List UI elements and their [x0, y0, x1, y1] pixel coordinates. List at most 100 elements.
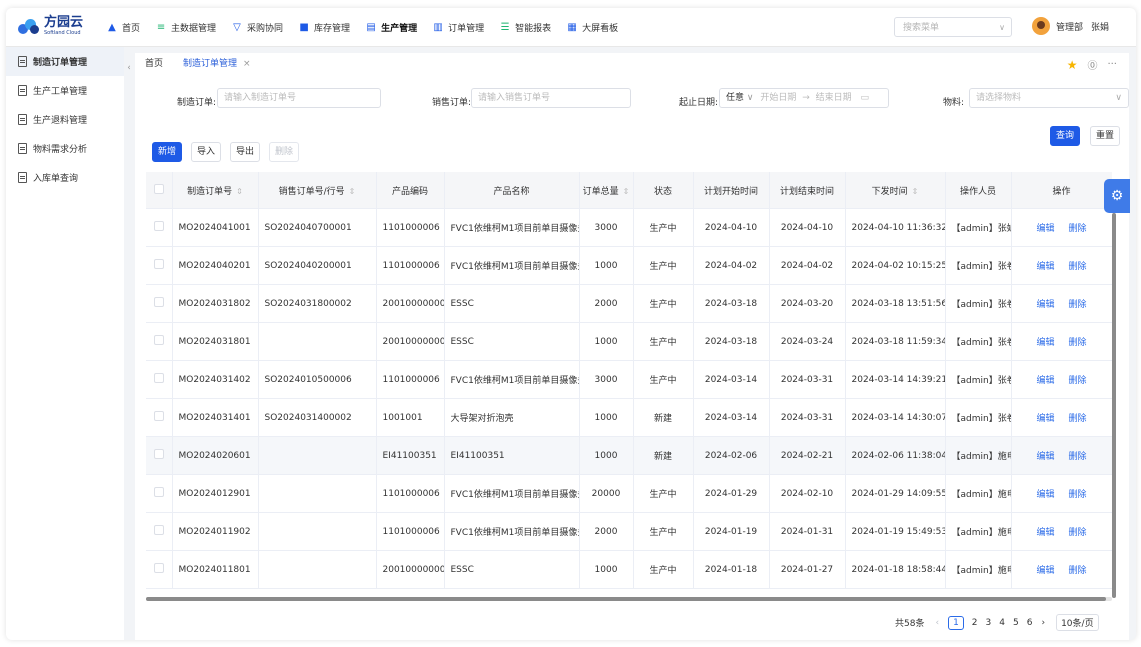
logo-subtext: Softland Cloud	[44, 29, 81, 36]
delete-link[interactable]: 删除	[1069, 528, 1087, 538]
nav-item-1[interactable]: ≡ 主数据管理	[155, 8, 216, 46]
page-1[interactable]: 1	[948, 615, 964, 630]
row-checkbox[interactable]	[153, 373, 164, 383]
nav-item-3[interactable]: ■ 库存管理	[298, 8, 350, 46]
row-checkbox[interactable]	[153, 411, 164, 421]
row-checkbox[interactable]	[153, 449, 164, 459]
horizontal-scrollbar[interactable]	[146, 597, 1112, 601]
date-mode-select[interactable]: 任意	[726, 93, 744, 103]
page-6[interactable]: 6	[1027, 618, 1033, 628]
nav-item-6[interactable]: ☰ 智能报表	[499, 8, 552, 46]
sidebar-item-0[interactable]: 制造订单管理	[6, 47, 124, 76]
page-3[interactable]: 3	[986, 618, 992, 628]
close-icon[interactable]: ×	[243, 59, 251, 69]
row-checkbox[interactable]	[153, 525, 164, 535]
import-button[interactable]: 导入	[191, 142, 221, 162]
nav-item-0[interactable]: ▲ 首页	[106, 8, 140, 46]
date-start[interactable]: 开始日期	[760, 93, 796, 103]
page-5[interactable]: 5	[1013, 618, 1019, 628]
sort-icon[interactable]: ⇕	[623, 187, 630, 196]
sidebar-item-4[interactable]: 入库单查询	[6, 163, 124, 192]
page-4[interactable]: 4	[999, 618, 1005, 628]
row-checkbox[interactable]	[153, 563, 164, 573]
table-row[interactable]: MO2024020601 EI41100351 EI41100351 1000 新建 20…	[146, 436, 1112, 475]
table-row[interactable]: MO2024011801200100000001ESSC1000生产中2024-…	[146, 550, 1112, 589]
star-icon[interactable]: ★	[1067, 58, 1078, 72]
chevron-left-icon[interactable]: ‹	[935, 618, 939, 628]
nav-item-5[interactable]: ▥ 订单管理	[432, 8, 484, 46]
delete-link[interactable]: 删除	[1069, 490, 1087, 500]
sidebar-item-2[interactable]: 生产退料管理	[6, 105, 124, 134]
tab-1[interactable]: 制造订单管理 ×	[173, 53, 261, 75]
export-button[interactable]: 导出	[230, 142, 260, 162]
edit-link[interactable]: 编辑	[1036, 414, 1054, 424]
order-icon: ▥	[433, 21, 443, 33]
table-row[interactable]: MO2024031802SO2024031800002200100000001E…	[146, 284, 1112, 323]
reset-button[interactable]: 重置	[1090, 126, 1120, 146]
table-row[interactable]: MO2024011902 1101000006 FVC1依维柯M1项目前单目摄像头 2…	[146, 512, 1112, 551]
row-checkbox[interactable]	[153, 297, 164, 307]
table-cell: 2024-02-06 11:38:04	[845, 436, 946, 475]
sidebar-item-3[interactable]: 物料需求分析	[6, 134, 124, 163]
mo-filter-input[interactable]: 请输入制造订单号	[217, 88, 381, 108]
sidebar-collapse-icon[interactable]: ‹	[124, 63, 134, 77]
edit-link[interactable]: 编辑	[1036, 452, 1054, 462]
nav-item-7[interactable]: ▦ 大屏看板	[566, 8, 618, 46]
table-row[interactable]: MO2024041001 SO2024040700001 1101000006 FVC…	[146, 208, 1112, 247]
edit-link[interactable]: 编辑	[1036, 224, 1054, 234]
delete-link[interactable]: 删除	[1069, 338, 1087, 348]
edit-link[interactable]: 编辑	[1036, 376, 1054, 386]
delete-link[interactable]: 删除	[1069, 300, 1087, 310]
nav-item-4[interactable]: ▤ 生产管理	[365, 8, 417, 46]
delete-link[interactable]: 删除	[1069, 376, 1087, 386]
table-row[interactable]: MO2024031801200100000001ESSC1000生产中2024-…	[146, 322, 1112, 361]
add-button[interactable]: 新增	[152, 142, 182, 162]
help-icon[interactable]: ⓪	[1087, 57, 1097, 72]
edit-link[interactable]: 编辑	[1036, 566, 1054, 576]
delete-link[interactable]: 删除	[1069, 224, 1087, 234]
so-filter-input[interactable]: 请输入销售订单号	[471, 88, 631, 108]
row-checkbox[interactable]	[153, 259, 164, 269]
sort-icon[interactable]: ⇕	[912, 187, 919, 196]
gear-icon[interactable]: ⚙	[1104, 179, 1130, 213]
more-icon[interactable]: ···	[1107, 59, 1117, 70]
select-all-checkbox[interactable]	[153, 183, 164, 194]
tab-0[interactable]: 首页	[135, 53, 173, 75]
delete-link[interactable]: 删除	[1069, 452, 1087, 462]
chevron-right-icon[interactable]: ›	[1041, 618, 1045, 628]
logo[interactable]: 方园云 Softland Cloud	[18, 16, 106, 38]
nav-item-2[interactable]: ▽ 采购协同	[231, 8, 283, 46]
edit-link[interactable]: 编辑	[1036, 528, 1054, 538]
page-2[interactable]: 2	[972, 618, 978, 628]
row-checkbox[interactable]	[153, 221, 164, 231]
date-end[interactable]: 结束日期	[816, 93, 852, 103]
sort-icon[interactable]: ⇕	[236, 187, 243, 196]
horizontal-scrollbar-thumb[interactable]	[146, 597, 1106, 601]
table-row[interactable]: MO2024012901 1101000006 FVC1依维柯M1项目前单目摄像头 2…	[146, 474, 1112, 513]
sidebar-item-1[interactable]: 生产工单管理	[6, 76, 124, 105]
page-size-select[interactable]: 10条/页	[1056, 614, 1099, 631]
select-all-header	[146, 172, 173, 209]
edit-link[interactable]: 编辑	[1036, 338, 1054, 348]
row-checkbox[interactable]	[153, 487, 164, 497]
edit-link[interactable]: 编辑	[1036, 490, 1054, 500]
nav-item-label: 智能报表	[515, 23, 552, 34]
table-cell: 1001001	[376, 398, 445, 437]
search-menu-select[interactable]: 搜索菜单 ∨	[894, 17, 1012, 37]
sidebar-item-label: 生产工单管理	[33, 87, 88, 97]
delete-link[interactable]: 删除	[1069, 566, 1087, 576]
table-row[interactable]: MO2024031401 SO2024031400002 1001001 大导架对折泡…	[146, 398, 1112, 437]
date-range-picker[interactable]: 任意 ∨ 开始日期 → 结束日期 ▭	[719, 88, 889, 108]
table-row[interactable]: MO2024040201 SO2024040200001 1101000006 FVC…	[146, 246, 1112, 285]
delete-link[interactable]: 删除	[1069, 262, 1087, 272]
user-menu[interactable]: 管理部 张娟	[1032, 17, 1109, 35]
edit-link[interactable]: 编辑	[1036, 262, 1054, 272]
row-checkbox[interactable]	[153, 335, 164, 345]
vertical-scrollbar[interactable]	[1112, 213, 1116, 598]
sort-icon[interactable]: ⇕	[349, 187, 356, 196]
query-button[interactable]: 查询	[1050, 126, 1080, 146]
material-filter-select[interactable]: 请选择物料 ∨	[969, 88, 1129, 108]
delete-link[interactable]: 删除	[1069, 414, 1087, 424]
table-row[interactable]: MO2024031402 SO2024010500006 1101000006 FVC…	[146, 360, 1112, 399]
edit-link[interactable]: 编辑	[1036, 300, 1054, 310]
